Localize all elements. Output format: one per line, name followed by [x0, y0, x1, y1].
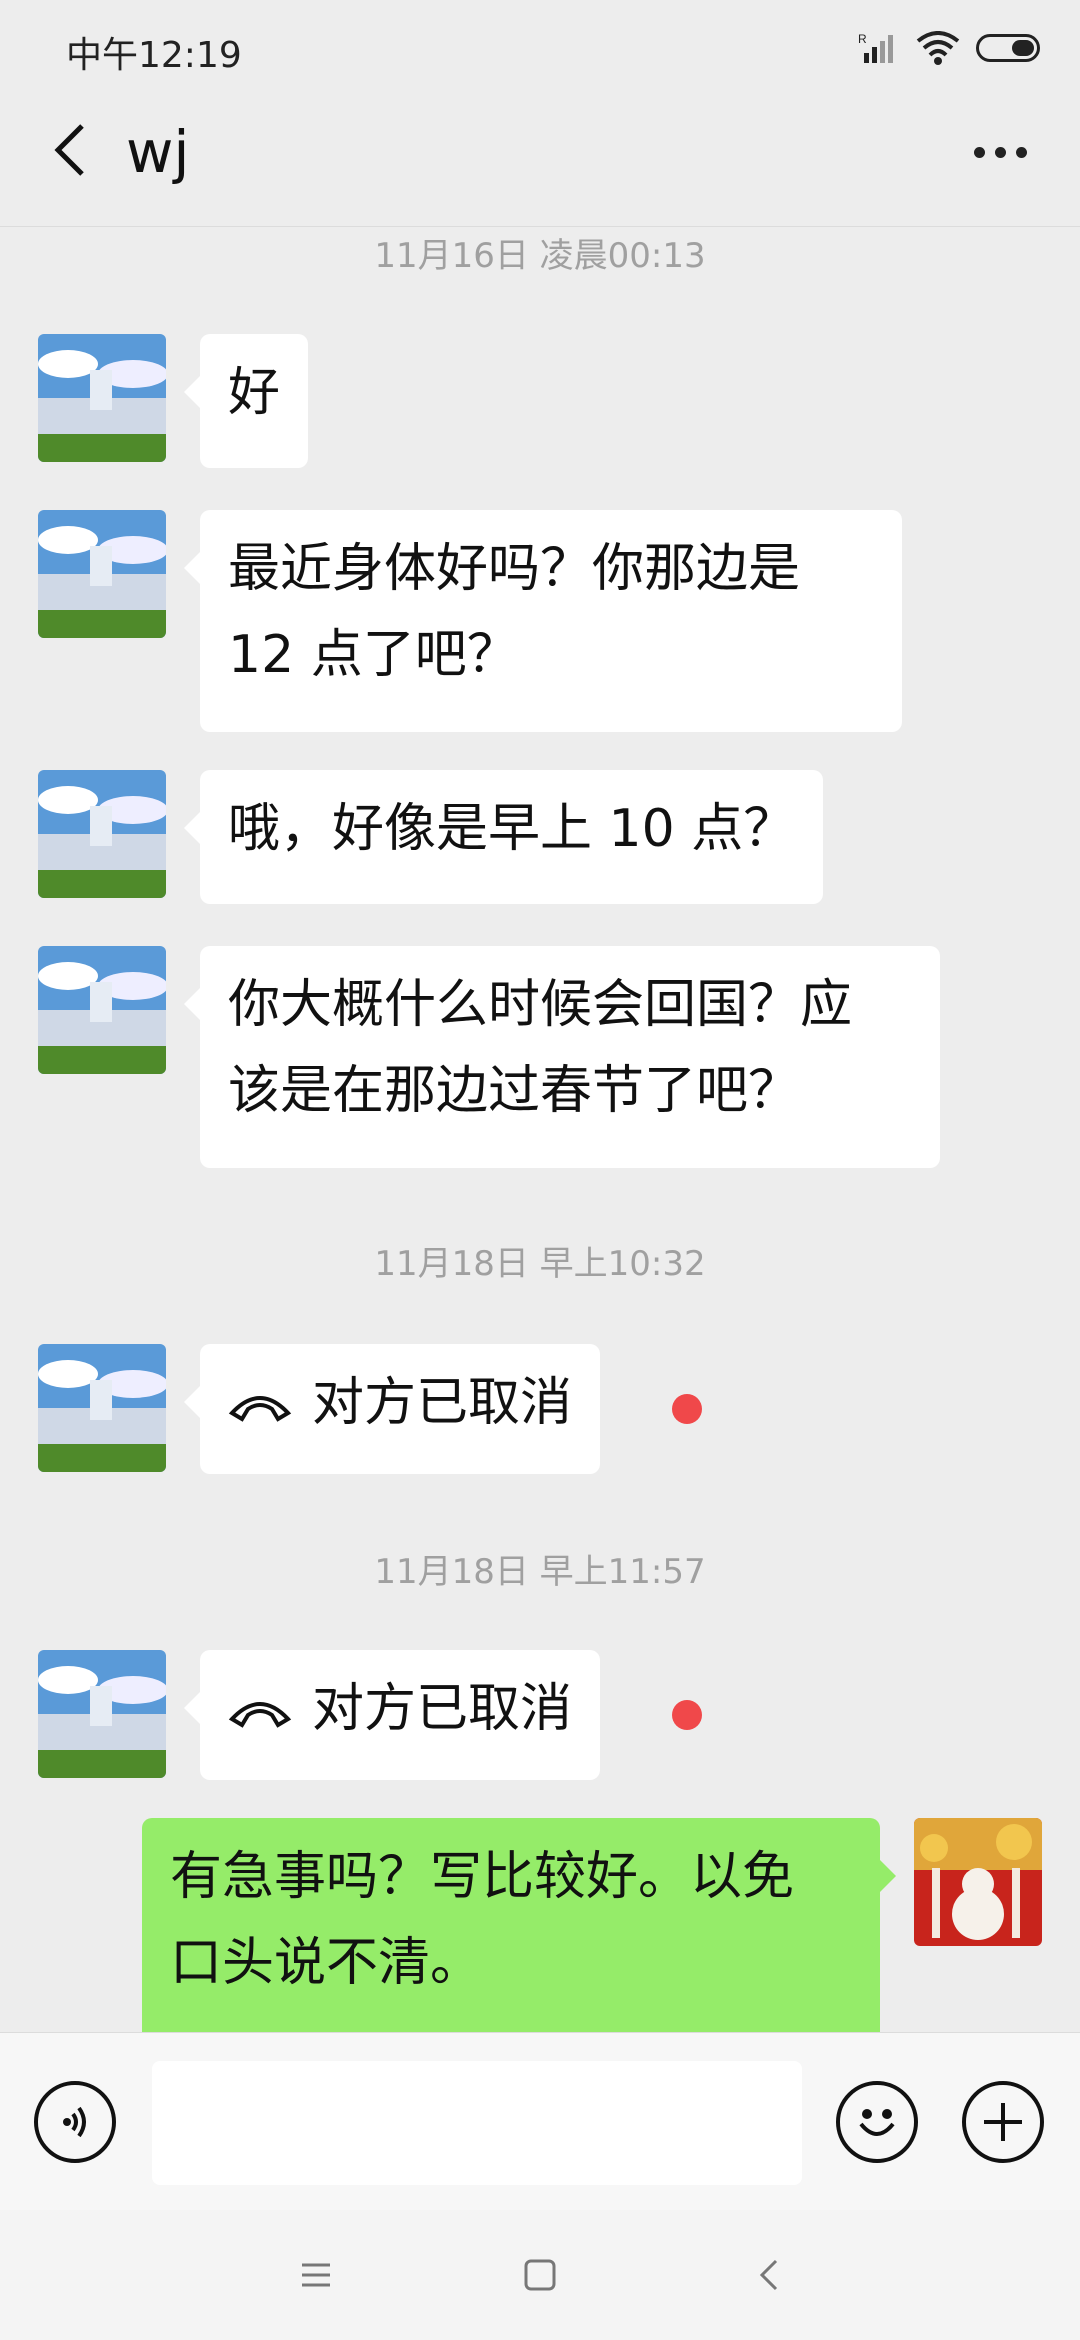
message-bubble[interactable]: 最近身体好吗？你那边是 12 点了吧？ — [184, 510, 902, 732]
message-bubble[interactable]: 你大概什么时候会回国？应 该是在那边过春节了吧？ — [184, 946, 940, 1168]
message-line: 有急事吗？写比较好。以免 — [170, 1847, 795, 1907]
message-line: 你大概什么时候会回国？应 — [228, 975, 853, 1035]
chat-title: wj — [126, 118, 190, 186]
message-line: 最近身体好吗？你那边是 — [228, 539, 801, 599]
timestamp: 11月16日 凌晨00:13 — [374, 236, 706, 276]
unread-dot — [672, 1394, 702, 1424]
contact-avatar[interactable] — [38, 1344, 166, 1472]
status-icons: R — [858, 28, 1040, 68]
phone-hangup-icon — [228, 1702, 292, 1728]
timestamp: 11月18日 早上11:57 — [374, 1552, 706, 1592]
menu-icon — [302, 2263, 330, 2287]
message-line: 该是在那边过春节了吧？ — [228, 1061, 801, 1121]
input-bar — [0, 2032, 1080, 2211]
message-line: 口头说不清。 — [170, 1933, 483, 1993]
back-button[interactable] — [40, 120, 100, 180]
plus-button[interactable] — [962, 2081, 1044, 2163]
message-line: 12 点了吧？ — [228, 625, 519, 685]
unread-dot — [672, 1700, 702, 1730]
chevron-left-icon — [54, 124, 84, 176]
contact-avatar[interactable] — [38, 1650, 166, 1778]
voice-icon — [63, 2106, 86, 2138]
battery-icon — [976, 34, 1040, 62]
more-button[interactable] — [960, 132, 1040, 172]
phone-hangup-icon — [228, 1396, 292, 1422]
timestamp: 11月18日 早上10:32 — [374, 1244, 706, 1284]
chat-messages[interactable]: 11月16日 凌晨00:13 好 最近身体好吗？你那边是 12 点了吧？ 哦，好… — [0, 226, 1080, 2032]
contact-avatar[interactable] — [38, 334, 166, 462]
message-bubble[interactable]: 哦，好像是早上 10 点？ — [183, 770, 824, 904]
contact-avatar[interactable] — [38, 770, 166, 898]
home-button[interactable] — [520, 2255, 560, 2295]
back-triangle-icon — [759, 2259, 778, 2291]
signal-icon: R — [858, 32, 893, 63]
call-status: 对方已取消 — [312, 1373, 573, 1433]
message-bubble[interactable]: 有急事吗？写比较好。以免 口头说不清。 — [142, 1818, 896, 2032]
menu-button[interactable] — [296, 2255, 336, 2295]
emoji-icon — [859, 2109, 895, 2136]
home-square-icon — [524, 2259, 556, 2291]
chat-header: wj — [0, 96, 1080, 227]
message-bubble[interactable]: 好 — [183, 334, 309, 468]
call-bubble[interactable]: 对方已取消 — [183, 1344, 601, 1474]
contact-avatar[interactable] — [38, 510, 166, 638]
status-time: 中午12:19 — [66, 35, 242, 76]
message-input[interactable] — [152, 2061, 802, 2185]
call-bubble[interactable]: 对方已取消 — [183, 1650, 601, 1780]
plus-icon — [984, 2103, 1022, 2141]
more-dots-icon — [973, 146, 985, 158]
contact-avatar[interactable] — [38, 946, 166, 1074]
call-status: 对方已取消 — [312, 1679, 573, 1739]
status-bar: 中午12:19 R — [0, 0, 1080, 96]
emoji-button[interactable] — [836, 2081, 918, 2163]
wifi-icon — [916, 31, 960, 65]
my-avatar[interactable] — [914, 1818, 1042, 1946]
svg-text:R: R — [858, 32, 867, 46]
system-nav-bar — [0, 2210, 1080, 2340]
voice-button[interactable] — [34, 2081, 116, 2163]
nav-back-button[interactable] — [748, 2255, 788, 2295]
